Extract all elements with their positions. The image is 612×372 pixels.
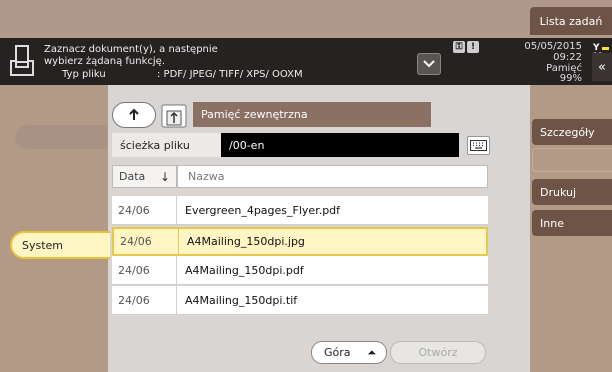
time-display: 09:22 [553,52,582,63]
scroll-top-label: Góra [324,346,351,359]
file-name: A4Mailing_150dpi.jpg [187,235,305,248]
print-button[interactable]: Drukuj [532,179,612,205]
storage-location-label: Pamięć zewnętrzna [193,102,431,127]
file-date: 24/06 [112,196,177,224]
lock-status-icon: ⚿ [453,41,465,53]
file-row-selected[interactable]: 24/06 A4Mailing_150dpi.jpg [112,227,488,256]
job-list-tab[interactable]: Lista zadań [530,7,612,35]
file-name: A4Mailing_150dpi.tif [185,293,298,307]
left-tab-placeholder [15,125,107,149]
file-date: 24/06 [112,256,177,284]
message-line-1: Zaznacz dokument(y), a następnie [44,44,218,55]
message-expand-button[interactable] [417,53,441,75]
collapse-panel-button[interactable]: « [592,53,612,81]
open-button[interactable]: Otwórz [390,341,486,364]
file-date: 24/06 [112,286,177,314]
details-button[interactable]: Szczegóły [532,119,612,145]
file-type-label: Typ pliku [62,69,106,80]
top-bar [0,0,612,38]
document-icon [10,45,34,76]
file-date: 24/06 [114,229,179,254]
date-column-label: Data [119,170,146,183]
keyboard-button[interactable] [467,136,490,155]
up-level-button[interactable] [112,102,156,128]
date-column-header[interactable]: Data ↓ [112,165,177,188]
sort-arrow-icon: ↓ [159,170,170,184]
right-spacer [497,85,530,372]
system-button[interactable]: System [10,231,110,259]
keyboard-icon [470,140,487,151]
name-column-header[interactable]: Nazwa [177,165,488,188]
up-arrow-icon [129,108,139,120]
chevron-down-icon [423,60,435,68]
warning-status-icon: ! [467,41,479,53]
file-name: A4Mailing_150dpi.pdf [185,263,304,277]
file-row[interactable]: 24/06 A4Mailing_150dpi.pdf [112,256,488,285]
date-display: 05/05/2015 [524,41,582,52]
scroll-top-button[interactable]: Góra ⏶ [311,341,387,364]
menu-placeholder [532,148,612,172]
message-line-2: wybierz żądaną funkcję. [44,56,166,67]
file-row[interactable]: 24/06 Evergreen_4pages_Flyer.pdf [112,196,488,225]
file-path-label: ścieżka pliku [112,133,221,157]
file-path-value: /00-en [221,133,459,157]
double-up-arrow-icon: ⏶ [367,346,376,359]
usb-drive-icon [161,104,187,128]
other-button[interactable]: Inne [532,210,612,236]
memory-value: 99% [559,73,582,84]
file-type-value: : PDF/ JPEG/ TIFF/ XPS/ OOXM [157,69,303,80]
toner-y-bar [602,47,609,50]
file-row[interactable]: 24/06 A4Mailing_150dpi.tif [112,286,488,315]
double-chevron-left-icon: « [598,59,606,75]
file-name: Evergreen_4pages_Flyer.pdf [185,203,341,217]
